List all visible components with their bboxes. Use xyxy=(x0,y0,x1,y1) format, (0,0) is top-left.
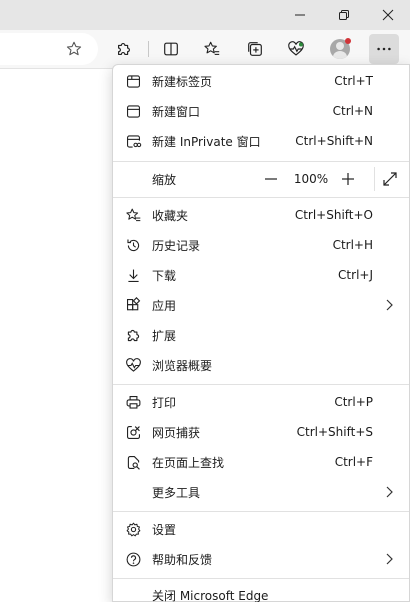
browser-toolbar xyxy=(0,30,410,68)
title-bar xyxy=(0,0,410,30)
print-icon xyxy=(123,392,143,412)
split-screen-button[interactable] xyxy=(156,34,186,64)
inprivate-icon xyxy=(123,131,143,151)
menu-shortcut: Ctrl+Shift+S xyxy=(296,425,373,439)
menu-item-settings[interactable]: 设置 xyxy=(113,514,409,544)
menu-item-history[interactable]: 历史记录 Ctrl+H xyxy=(113,230,409,260)
menu-shortcut: Ctrl+Shift+N xyxy=(295,134,373,148)
puzzle-icon xyxy=(118,43,130,55)
menu-divider xyxy=(113,578,409,579)
favorites-icon xyxy=(204,41,220,55)
restore-icon xyxy=(339,10,349,20)
menu-item-extensions[interactable]: 扩展 xyxy=(113,320,409,350)
minimize-button[interactable] xyxy=(278,0,322,30)
menu-label: 新建标签页 xyxy=(152,74,213,89)
menu-item-help-feedback[interactable]: 帮助和反馈 xyxy=(113,544,409,574)
favorites-button[interactable] xyxy=(197,34,227,64)
new-tab-icon xyxy=(123,71,143,91)
menu-label: 新建窗口 xyxy=(152,104,201,119)
menu-item-find-on-page[interactable]: 在页面上查找 Ctrl+F xyxy=(113,447,409,477)
menu-item-zoom: 缩放 100% xyxy=(113,164,409,194)
star-outline-icon xyxy=(66,41,82,56)
menu-item-new-tab[interactable]: 新建标签页 Ctrl+T xyxy=(113,66,409,96)
zoom-divider xyxy=(374,167,375,191)
menu-item-print[interactable]: 打印 Ctrl+P xyxy=(113,387,409,417)
restore-button[interactable] xyxy=(322,0,366,30)
find-on-page-icon xyxy=(123,452,143,472)
menu-label: 在页面上查找 xyxy=(152,455,225,470)
menu-divider xyxy=(113,511,409,512)
menu-item-web-capture[interactable]: 网页捕获 Ctrl+Shift+S xyxy=(113,417,409,447)
puzzle-icon xyxy=(123,325,143,345)
settings-and-more-button[interactable] xyxy=(369,34,399,64)
menu-item-new-inprivate[interactable]: 新建 InPrivate 窗口 Ctrl+Shift+N xyxy=(113,126,409,156)
favorites-icon xyxy=(123,205,143,225)
menu-shortcut: Ctrl+N xyxy=(332,104,373,118)
settings-menu: 新建标签页 Ctrl+T 新建窗口 Ctrl+N 新建 InPrivate 窗口… xyxy=(112,64,410,602)
menu-label: 设置 xyxy=(152,522,177,537)
toolbar-divider xyxy=(148,41,149,57)
menu-label: 网页捕获 xyxy=(152,425,201,440)
menu-divider xyxy=(113,161,409,162)
menu-shortcut: Ctrl+H xyxy=(332,238,373,252)
menu-shortcut: Ctrl+Shift+O xyxy=(294,208,373,222)
menu-label: 打印 xyxy=(152,395,177,410)
apps-icon xyxy=(123,295,143,315)
notification-dot xyxy=(345,38,351,44)
fullscreen-button[interactable] xyxy=(378,167,402,191)
chevron-right-icon xyxy=(386,553,393,565)
chevron-right-icon xyxy=(386,299,393,311)
menu-item-close-edge[interactable]: 关闭 Microsoft Edge xyxy=(113,580,409,602)
menu-item-apps[interactable]: 应用 xyxy=(113,290,409,320)
health-icon xyxy=(288,41,304,56)
menu-item-new-window[interactable]: 新建窗口 Ctrl+N xyxy=(113,96,409,126)
close-window-button[interactable] xyxy=(366,0,410,30)
help-icon xyxy=(123,549,143,569)
split-screen-icon xyxy=(164,42,178,56)
menu-item-more-tools[interactable]: 更多工具 xyxy=(113,477,409,507)
menu-shortcut: Ctrl+J xyxy=(338,268,373,282)
menu-label: 收藏夹 xyxy=(152,208,189,223)
fullscreen-icon xyxy=(383,172,397,186)
menu-item-favorites[interactable]: 收藏夹 Ctrl+Shift+O xyxy=(113,200,409,230)
menu-label: 帮助和反馈 xyxy=(152,552,213,567)
chevron-right-icon xyxy=(386,486,393,498)
collections-button[interactable] xyxy=(240,34,270,64)
menu-item-browser-essentials[interactable]: 浏览器概要 xyxy=(113,350,409,380)
zoom-out-button[interactable] xyxy=(259,167,283,191)
menu-label: 历史记录 xyxy=(152,238,201,253)
menu-label: 浏览器概要 xyxy=(152,358,213,373)
menu-shortcut: Ctrl+F xyxy=(334,455,373,469)
menu-divider xyxy=(113,384,409,385)
menu-label: 下载 xyxy=(152,268,177,283)
gear-icon xyxy=(123,519,143,539)
menu-label: 应用 xyxy=(152,298,177,313)
menu-item-downloads[interactable]: 下载 Ctrl+J xyxy=(113,260,409,290)
close-icon xyxy=(382,9,394,21)
zoom-label: 缩放 xyxy=(152,172,177,187)
menu-shortcut: Ctrl+P xyxy=(334,395,373,409)
health-icon xyxy=(123,355,143,375)
profile-button[interactable] xyxy=(325,34,355,64)
new-window-icon xyxy=(123,101,143,121)
web-capture-icon xyxy=(123,422,143,442)
history-icon xyxy=(123,235,143,255)
menu-shortcut: Ctrl+T xyxy=(334,74,373,88)
download-icon xyxy=(123,265,143,285)
menu-divider xyxy=(113,197,409,198)
add-favorite-button[interactable] xyxy=(59,34,89,64)
collections-icon xyxy=(248,42,262,56)
zoom-in-button[interactable] xyxy=(336,167,360,191)
menu-label: 扩展 xyxy=(152,328,177,343)
menu-label: 新建 InPrivate 窗口 xyxy=(152,134,261,149)
extensions-button[interactable] xyxy=(109,34,139,64)
menu-label: 关闭 Microsoft Edge xyxy=(152,588,269,602)
menu-label: 更多工具 xyxy=(152,485,201,500)
browser-essentials-button[interactable] xyxy=(281,34,311,64)
more-icon xyxy=(377,47,391,51)
zoom-level: 100% xyxy=(293,172,329,186)
